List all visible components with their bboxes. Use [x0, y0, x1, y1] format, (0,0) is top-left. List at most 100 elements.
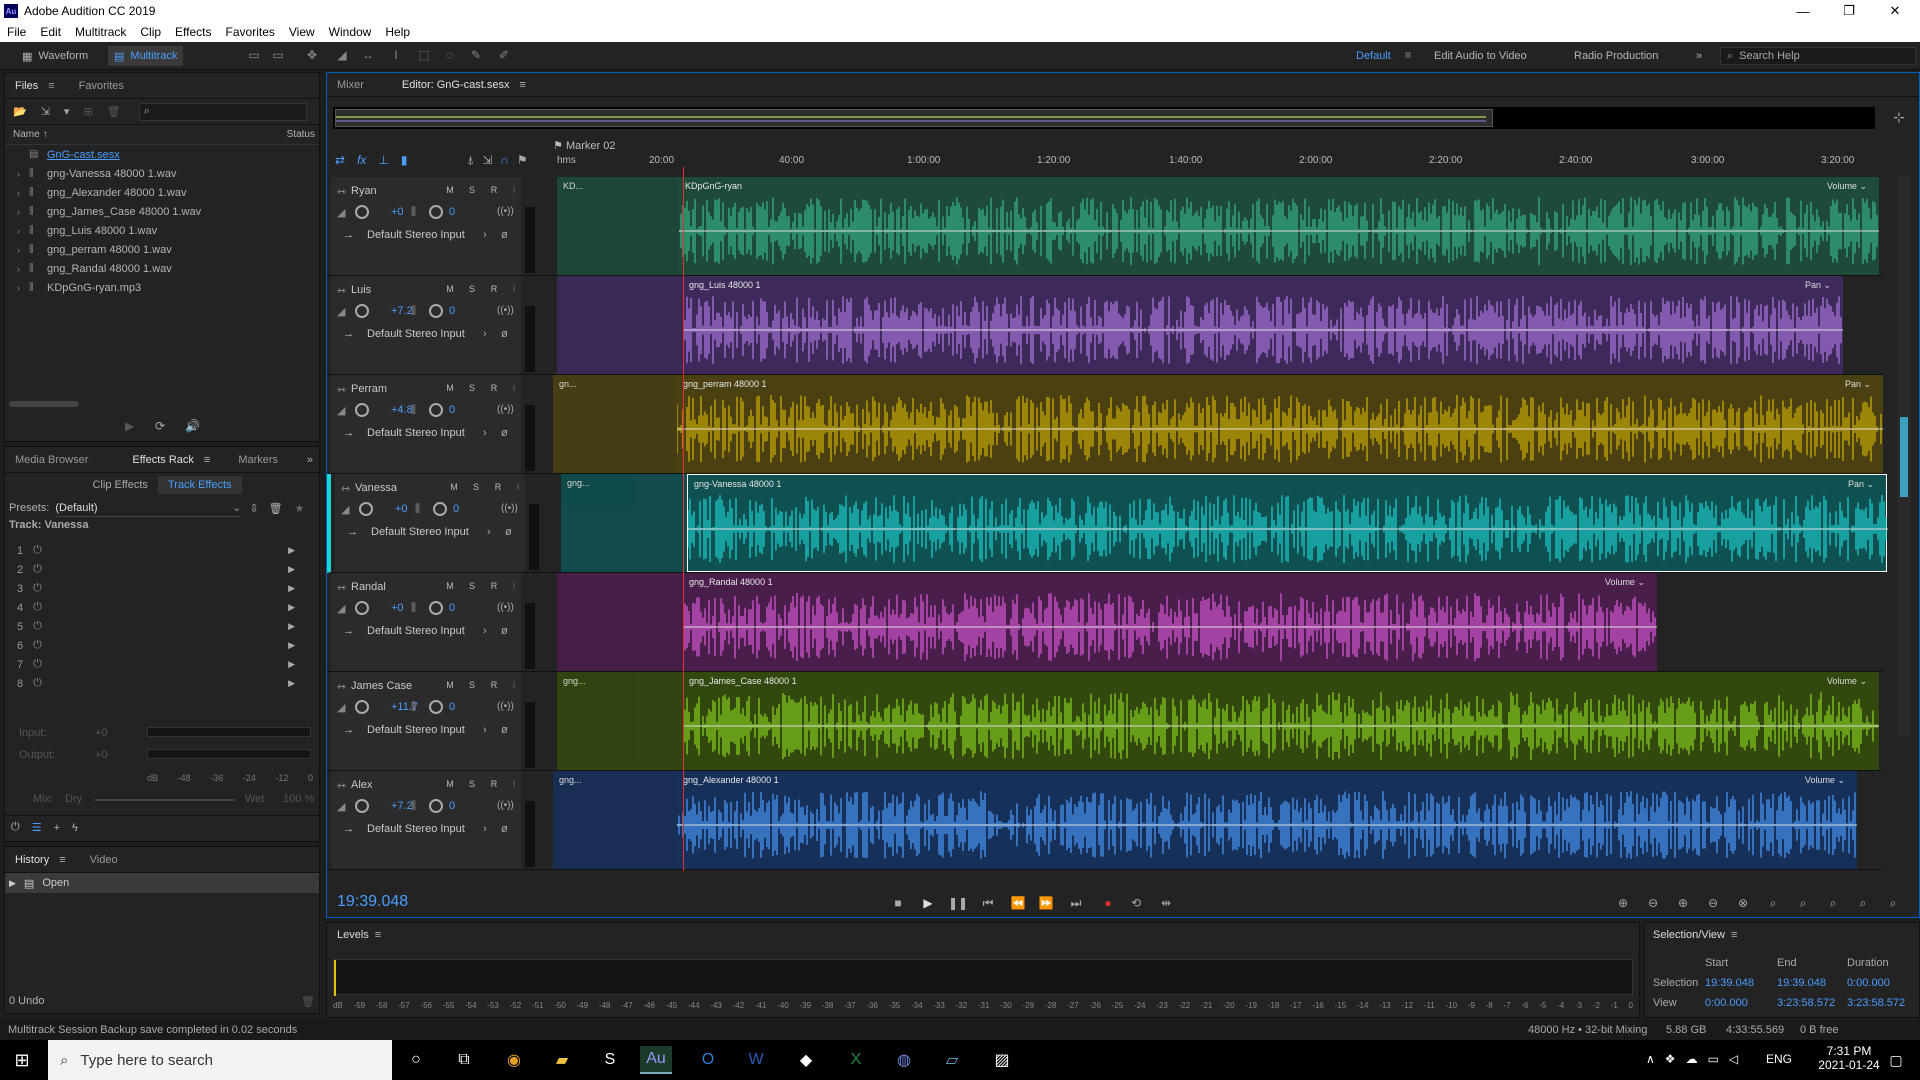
skip-selection-icon[interactable]: ⇹ — [1156, 893, 1176, 913]
audio-clip[interactable]: gng_Luis 48000 1 Pan ⌄ — [683, 276, 1843, 374]
drag-handle-icon[interactable]: ⇿ — [337, 581, 346, 594]
audio-clip[interactable]: gng_Alexander 48000 1 Volume ⌄ — [677, 771, 1857, 869]
track-volume[interactable]: +0 — [391, 602, 404, 614]
sends-icon[interactable]: ⊥ — [378, 153, 388, 167]
slot-arrow-icon[interactable]: ▶ — [288, 621, 295, 632]
pause-icon[interactable]: ❚❚ — [948, 893, 968, 913]
loop-file-icon[interactable]: ⟳ — [155, 419, 165, 433]
view-start[interactable]: 0:00.000 — [1705, 997, 1748, 1009]
volume-knob[interactable] — [355, 700, 369, 714]
close-file-icon[interactable]: 🗑 — [107, 105, 121, 118]
track-volume[interactable]: +0 — [395, 503, 408, 515]
track-pan[interactable]: 0 — [449, 305, 455, 317]
chevron-right-icon[interactable]: › — [483, 427, 487, 439]
marquee-tool-icon[interactable]: ⬚ — [416, 48, 432, 64]
track-header[interactable]: ⇿ Luis M S R I ◢ +7.2 ⫼ 0 ((•)) → Defaul… — [331, 276, 521, 374]
power-icon[interactable]: ⏻ — [33, 544, 42, 557]
zoom-overview-icon[interactable]: ⊹ — [1893, 109, 1905, 126]
tab-editor[interactable]: Editor: GnG-cast.sesx — [392, 79, 520, 91]
power-icon[interactable]: ⏻ — [11, 821, 20, 834]
expand-icon[interactable]: › — [17, 245, 29, 255]
dropbox-icon[interactable]: ❖ — [1665, 1052, 1676, 1066]
zoom-out-amplitude-icon[interactable]: ⊖ — [1642, 893, 1664, 913]
insert-icon[interactable]: + — [54, 822, 60, 834]
file-item[interactable]: › ⫼ gng_James_Case 48000 1.wav — [5, 202, 319, 221]
close-button[interactable]: ✕ — [1872, 0, 1918, 22]
outlook-icon[interactable]: O — [692, 1046, 724, 1074]
open-file-icon[interactable]: 📂 — [13, 105, 27, 118]
windows-start-icon[interactable]: ⊞ — [6, 1046, 38, 1074]
pan-knob[interactable] — [429, 799, 443, 813]
solo-button[interactable]: S — [465, 282, 479, 296]
file-explorer-icon[interactable]: ▰ — [546, 1046, 578, 1074]
track-input[interactable]: Default Stereo Input — [367, 724, 465, 736]
spectral-freq-icon[interactable]: ▭ — [246, 48, 262, 64]
solo-button[interactable]: S — [469, 480, 483, 494]
drag-handle-icon[interactable]: ⇿ — [337, 779, 346, 792]
solo-button[interactable]: S — [465, 183, 479, 197]
monitor-input-button[interactable]: I — [507, 579, 521, 593]
audio-clip-stub[interactable]: gng... — [557, 672, 683, 770]
monitor-input-button[interactable]: I — [507, 282, 521, 296]
rewind-icon[interactable]: ⏪ — [1008, 893, 1028, 913]
record-arm-button[interactable]: R — [491, 480, 505, 494]
track-name[interactable]: Perram — [351, 383, 387, 395]
audio-clip[interactable]: gng-Vanessa 48000 1 Pan ⌄ — [687, 474, 1888, 572]
tab-files[interactable]: Files — [5, 80, 48, 92]
menu-favorites[interactable]: Favorites — [219, 25, 282, 39]
language-indicator[interactable]: ENG — [1766, 1052, 1792, 1066]
view-duration[interactable]: 3:23:58.572 — [1847, 997, 1905, 1009]
record-arm-button[interactable]: R — [487, 678, 501, 692]
drag-handle-icon[interactable]: ⇿ — [337, 284, 346, 297]
zoom-tracks-icon[interactable]: ⌕ — [1852, 893, 1874, 913]
audio-clip-stub[interactable] — [557, 276, 683, 374]
solo-button[interactable]: S — [465, 777, 479, 791]
slot-arrow-icon[interactable]: ▶ — [288, 602, 295, 613]
column-status[interactable]: Status — [287, 129, 315, 140]
chevron-right-icon[interactable]: › — [483, 328, 487, 340]
history-item[interactable]: ▶ ▤ Open — [5, 873, 319, 893]
chevron-up-icon[interactable]: ∧ — [1646, 1052, 1655, 1066]
panel-menu-icon[interactable]: ≡ — [519, 79, 525, 91]
new-file-icon[interactable]: ▾ — [64, 105, 70, 118]
auto-scroll-icon[interactable]: ⇲ — [482, 153, 492, 168]
audio-clip-stub[interactable]: gng... — [561, 474, 687, 572]
input-value[interactable]: +0 — [95, 727, 108, 739]
selection-start[interactable]: 19:39.048 — [1705, 977, 1754, 989]
file-item[interactable]: › ⫼ KDpGnG-ryan.mp3 — [5, 278, 319, 297]
zoom-out-time-icon[interactable]: ⊖ — [1702, 893, 1724, 913]
track-header[interactable]: ⇿ Alex M S R I ◢ +7.2 ⫼ 0 ((•)) → Defaul… — [331, 771, 521, 869]
zoom-out-point-icon[interactable]: ⌕ — [1822, 893, 1844, 913]
autoplay-icon[interactable]: 🔊 — [185, 419, 200, 433]
power-icon[interactable]: ⏻ — [33, 620, 42, 633]
workspace-default[interactable]: Default — [1350, 46, 1397, 66]
view-end[interactable]: 3:23:58.572 — [1777, 997, 1835, 1009]
volume-knob[interactable] — [355, 205, 369, 219]
move-tool-icon[interactable]: ✥ — [304, 48, 320, 64]
stereo-icon[interactable]: ((•)) — [497, 602, 514, 613]
drag-handle-icon[interactable]: ⇿ — [341, 482, 350, 495]
slot-arrow-icon[interactable]: ▶ — [288, 545, 295, 556]
menu-clip[interactable]: Clip — [133, 25, 168, 39]
track-header[interactable]: ⇿ Ryan M S R I ◢ +0 ⫼ 0 ((•)) → Default … — [331, 177, 521, 275]
track-volume[interactable]: +7.2 — [391, 305, 413, 317]
task-view-icon[interactable]: ⧉ — [448, 1046, 480, 1074]
stereo-icon[interactable]: ((•)) — [501, 503, 518, 514]
phase-invert-icon[interactable]: ø — [501, 724, 508, 736]
track-pan[interactable]: 0 — [449, 602, 455, 614]
marker-icon[interactable]: ⚑ — [517, 153, 528, 168]
mute-button[interactable]: M — [443, 282, 457, 296]
monitor-input-button[interactable]: I — [511, 480, 525, 494]
file-item[interactable]: › ⫼ gng_Luis 48000 1.wav — [5, 221, 319, 240]
monitor-input-button[interactable]: I — [507, 678, 521, 692]
slot-arrow-icon[interactable]: ▶ — [288, 640, 295, 651]
multitrack-view-button[interactable]: ▤ Multitrack — [108, 46, 184, 66]
mute-button[interactable]: M — [447, 480, 461, 494]
zoom-in-point-icon[interactable]: ⌕ — [1792, 893, 1814, 913]
track-name[interactable]: Vanessa — [355, 482, 397, 494]
audition-taskbar-icon[interactable]: Au — [640, 1046, 672, 1074]
vertical-scrollbar[interactable] — [1897, 177, 1911, 737]
phase-invert-icon[interactable]: ø — [501, 427, 508, 439]
mute-button[interactable]: M — [443, 183, 457, 197]
search-help-field[interactable]: ⌕ Search Help — [1720, 47, 1916, 65]
